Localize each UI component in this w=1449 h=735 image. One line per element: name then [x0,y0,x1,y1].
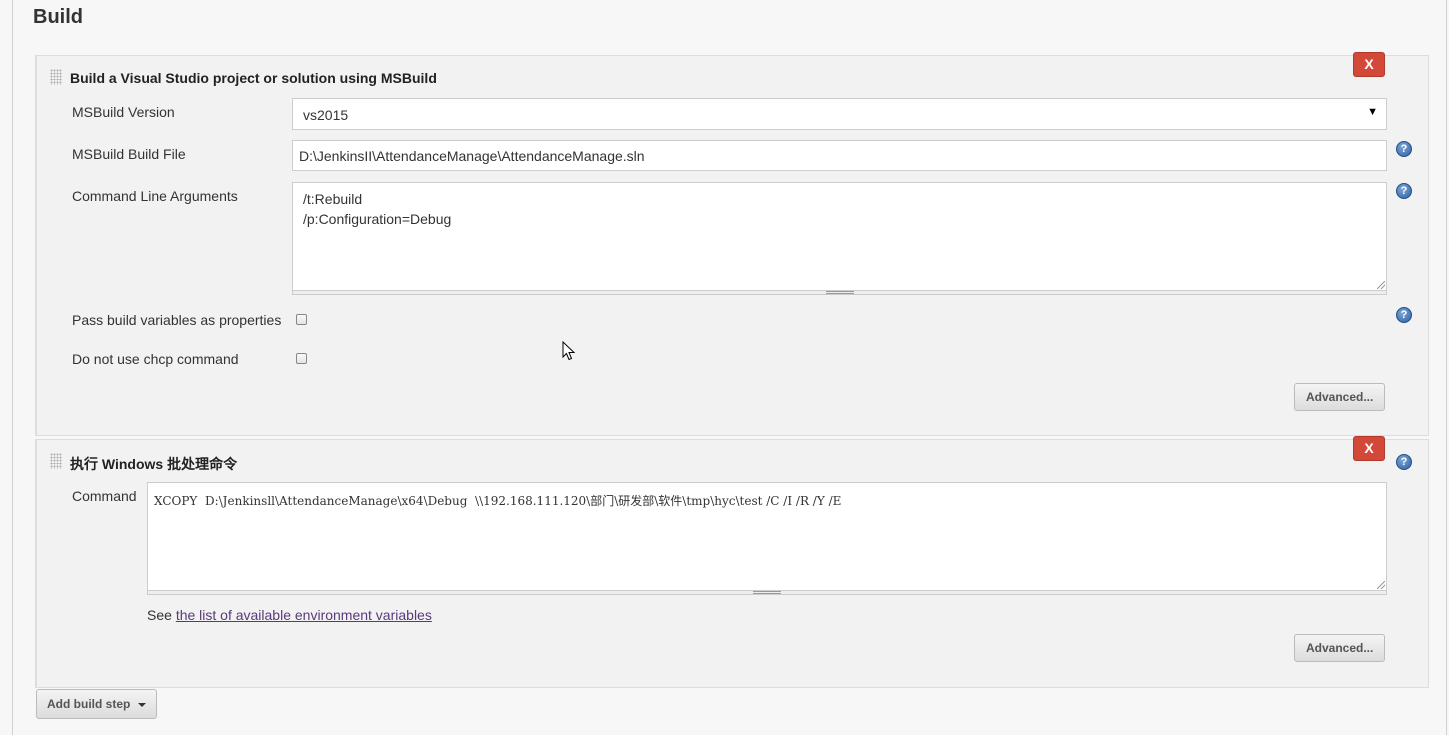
textarea-resize-handle[interactable] [292,290,1387,295]
drag-handle-icon[interactable] [50,453,62,469]
msbuild-version-value: vs2015 [303,107,349,123]
help-icon[interactable]: ? [1396,454,1412,470]
mouse-cursor-icon [562,341,576,361]
caret-down-icon: ▼ [1367,106,1378,118]
step-title: Build a Visual Studio project or solutio… [70,70,437,86]
page-right-border [1446,0,1447,735]
step-title: 执行 Windows 批处理命令 [70,456,238,472]
command-line-arguments-label: Command Line Arguments [72,188,238,204]
msbuild-build-file-input[interactable]: D:\JenkinsII\AttendanceManage\Attendance… [292,140,1387,171]
textarea-resize-handle[interactable] [147,590,1387,595]
delete-step-button[interactable]: X [1353,436,1385,461]
no-chcp-checkbox[interactable] [296,353,307,364]
command-label: Command [72,488,137,504]
msbuild-version-label: MSBuild Version [72,104,175,120]
resize-corner-icon[interactable] [1377,581,1385,589]
msbuild-build-step: Build a Visual Studio project or solutio… [35,52,1429,436]
add-build-step-button[interactable]: Add build step [36,689,158,719]
msbuild-version-select[interactable]: vs2015 ▼ [292,98,1387,130]
delete-step-button[interactable]: X [1353,52,1385,77]
env-vars-link[interactable]: the list of available environment variab… [176,607,432,623]
env-vars-hint: See the list of available environment va… [147,607,432,623]
drag-handle-icon[interactable] [50,69,62,85]
pass-build-variables-label: Pass build variables as properties [72,312,282,328]
help-icon[interactable]: ? [1396,183,1412,199]
windows-batch-build-step: 执行 Windows 批处理命令 X ? Command XCOPY D:\Je… [35,436,1429,688]
resize-corner-icon[interactable] [1377,281,1385,289]
help-icon[interactable]: ? [1396,141,1412,157]
command-textarea[interactable]: XCOPY D:\Jenkinsll\AttendanceManage\x64\… [147,482,1387,591]
help-icon[interactable]: ? [1396,307,1412,323]
section-title: Build [33,6,83,28]
pass-build-variables-checkbox[interactable] [296,314,307,325]
command-line-arguments-textarea[interactable]: /t:Rebuild /p:Configuration=Debug [292,182,1387,291]
msbuild-build-file-label: MSBuild Build File [72,146,186,162]
page-left-border [12,0,13,735]
no-chcp-label: Do not use chcp command [72,351,239,367]
advanced-button[interactable]: Advanced... [1294,634,1386,662]
add-build-step-label: Add build step [47,697,131,711]
advanced-button[interactable]: Advanced... [1294,383,1386,411]
caret-down-icon [138,702,147,707]
see-prefix: See [147,607,176,623]
